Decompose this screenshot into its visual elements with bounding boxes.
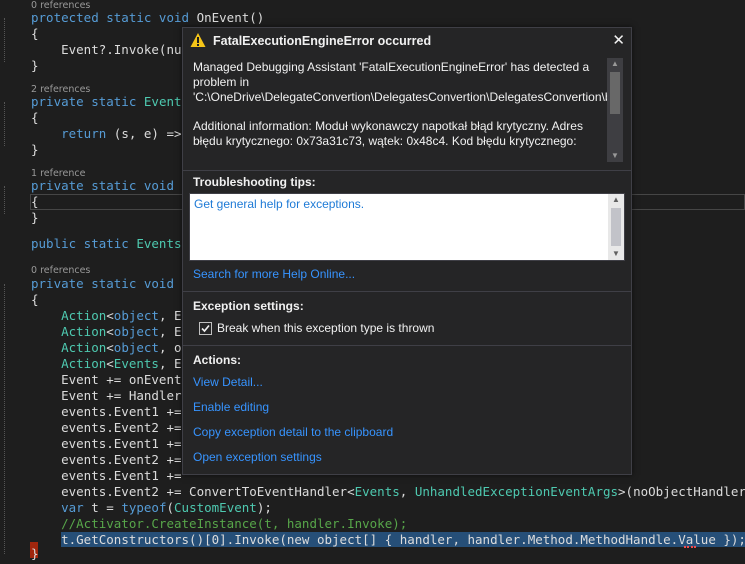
- popup-title: FatalExecutionEngineError occurred: [213, 34, 432, 48]
- code-line: private static void Ha: [31, 178, 197, 193]
- code-line: }: [31, 546, 39, 561]
- code-line: Action<object, ob: [31, 340, 190, 355]
- code-line: Event += onEvent.: [31, 372, 190, 387]
- exception-popup: FatalExecutionEngineError occurred ✕ Man…: [182, 27, 632, 475]
- code-line: private static void Ma: [31, 276, 197, 291]
- exception-additional-info: Additional information: Moduł wykonawczy…: [193, 119, 583, 148]
- search-help-online-link[interactable]: Search for more Help Online...: [193, 267, 355, 281]
- code-line: //Activator.CreateInstance(t, handler.In…: [31, 516, 408, 531]
- view-detail-link[interactable]: View Detail...: [193, 375, 263, 389]
- general-help-link[interactable]: Get general help for exceptions.: [194, 197, 364, 211]
- code-line: events.Event2 +=: [31, 420, 190, 435]
- code-line: Action<object, Ev: [31, 324, 190, 339]
- code-line: Event += Handler;: [31, 388, 190, 403]
- fold-guide: [4, 18, 27, 62]
- code-line: }: [31, 58, 39, 73]
- message-scrollbar[interactable]: ▲ ▼: [607, 58, 623, 162]
- code-line: }: [31, 210, 39, 225]
- code-line: return (s, e) =>: [31, 126, 190, 141]
- code-lens-references: 0 references: [31, 265, 91, 276]
- code-line: {: [31, 110, 39, 125]
- scroll-thumb[interactable]: [611, 208, 621, 246]
- exception-message-main: Managed Debugging Assistant 'FatalExecut…: [193, 60, 623, 104]
- checkmark-icon: [201, 324, 210, 333]
- code-line: {: [31, 292, 39, 307]
- scroll-up-icon[interactable]: ▲: [607, 58, 623, 70]
- scroll-thumb[interactable]: [610, 72, 620, 114]
- code-line: Action<Events, Ev: [31, 356, 190, 371]
- code-line: events.Event1 +=: [31, 468, 190, 483]
- troubleshooting-tips-box[interactable]: Get general help for exceptions. ▲ ▼: [189, 193, 625, 261]
- warning-icon: [190, 33, 206, 47]
- code-line: t.GetConstructors()[0].Invoke(new object…: [61, 532, 745, 547]
- code-line: var t = typeof(CustomEvent);: [31, 500, 272, 515]
- copy-exception-detail-link[interactable]: Copy exception detail to the clipboard: [193, 425, 393, 439]
- divider: [183, 170, 631, 171]
- divider: [183, 291, 631, 292]
- code-line: events.Event2 += ConvertToEventHandler<E…: [31, 484, 745, 499]
- scroll-down-icon[interactable]: ▼: [607, 150, 623, 162]
- exception-message: Managed Debugging Assistant 'FatalExecut…: [193, 60, 623, 162]
- code-line: public static Events g: [31, 236, 197, 251]
- code-line: Event?.Invoke(nul: [31, 42, 190, 57]
- code-line: protected static void OnEvent(): [31, 10, 265, 25]
- code-line: {: [31, 194, 39, 209]
- fold-guide: [4, 102, 27, 146]
- code-line: events.Event1 +=: [31, 436, 190, 451]
- troubleshooting-title: Troubleshooting tips:: [193, 175, 316, 189]
- actions-title: Actions:: [193, 353, 241, 367]
- exception-settings-title: Exception settings:: [193, 299, 304, 313]
- break-on-exception-checkbox[interactable]: [199, 322, 212, 335]
- tips-scrollbar[interactable]: ▲ ▼: [608, 194, 624, 260]
- scroll-down-icon[interactable]: ▼: [608, 248, 624, 260]
- error-squiggle: [684, 544, 696, 548]
- close-icon[interactable]: ✕: [612, 31, 625, 49]
- code-line: {: [31, 26, 39, 41]
- fold-guide: [4, 284, 27, 554]
- open-exception-settings-link[interactable]: Open exception settings: [193, 450, 322, 464]
- fold-guide: [4, 186, 27, 214]
- break-on-exception-label[interactable]: Break when this exception type is thrown: [217, 321, 434, 335]
- code-line: private static EventH: [31, 94, 190, 109]
- code-line: events.Event2 +=: [31, 452, 190, 467]
- enable-editing-link[interactable]: Enable editing: [193, 400, 269, 414]
- scroll-up-icon[interactable]: ▲: [608, 194, 624, 206]
- code-line: events.Event1 +=: [31, 404, 190, 419]
- code-line: }: [31, 142, 39, 157]
- exception-message-box[interactable]: Managed Debugging Assistant 'FatalExecut…: [191, 58, 623, 162]
- divider: [183, 345, 631, 346]
- code-line: Action<object, Ev: [31, 308, 190, 323]
